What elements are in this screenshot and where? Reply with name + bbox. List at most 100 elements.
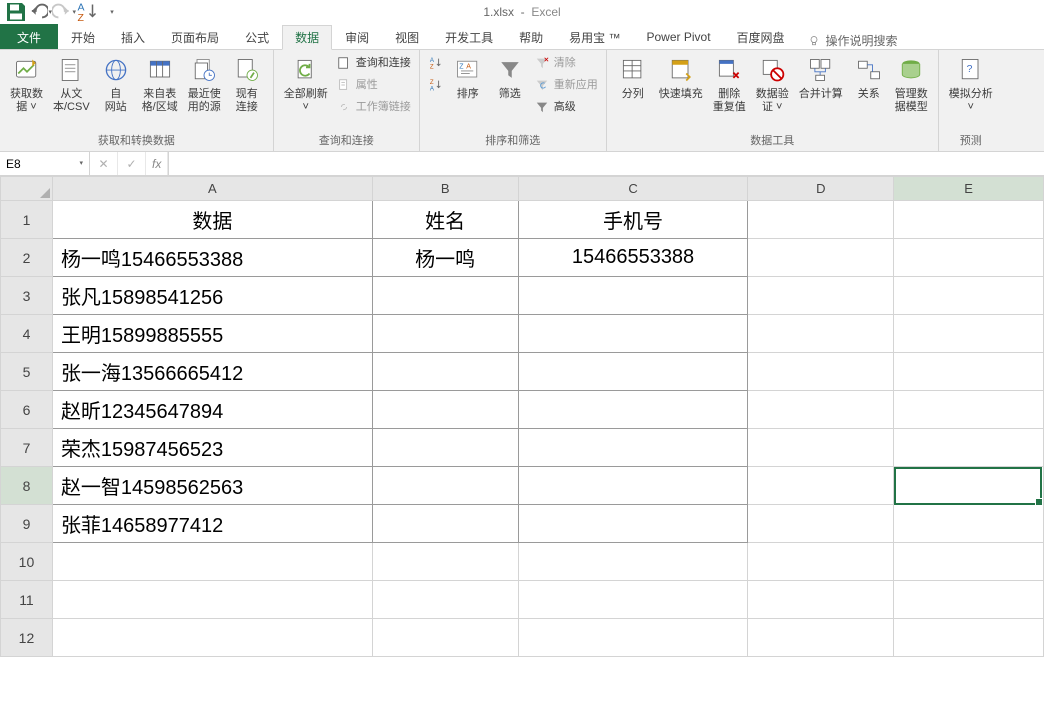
save-button[interactable] bbox=[4, 1, 28, 23]
cell[interactable] bbox=[748, 467, 894, 505]
cell[interactable] bbox=[748, 353, 894, 391]
cell[interactable]: 张凡15898541256 bbox=[52, 277, 372, 315]
cell[interactable]: 手机号 bbox=[518, 201, 748, 239]
recent-sources-button[interactable]: 最近使 用的源 bbox=[184, 52, 225, 115]
tab-home[interactable]: 开始 bbox=[58, 24, 108, 49]
cell[interactable] bbox=[518, 315, 748, 353]
cell[interactable] bbox=[894, 391, 1044, 429]
sort-asc-button[interactable]: AZ bbox=[426, 52, 446, 74]
text-to-columns-button[interactable]: 分列 bbox=[613, 52, 653, 103]
relationships-button[interactable]: 关系 bbox=[849, 52, 889, 103]
row-header-12[interactable]: 12 bbox=[1, 619, 53, 657]
cell[interactable]: 杨一鸣15466553388 bbox=[52, 239, 372, 277]
tab-developer[interactable]: 开发工具 bbox=[432, 24, 506, 49]
cell[interactable] bbox=[894, 277, 1044, 315]
col-header-D[interactable]: D bbox=[748, 177, 894, 201]
cell[interactable] bbox=[894, 429, 1044, 467]
filter-button[interactable]: 筛选 bbox=[490, 52, 530, 103]
tab-insert[interactable]: 插入 bbox=[108, 24, 158, 49]
row-header-2[interactable]: 2 bbox=[1, 239, 53, 277]
cell[interactable] bbox=[518, 277, 748, 315]
from-table-button[interactable]: 来自表 格/区域 bbox=[138, 52, 182, 115]
cell[interactable] bbox=[894, 315, 1044, 353]
from-csv-button[interactable]: 从文 本/CSV bbox=[49, 52, 94, 115]
fx-button[interactable]: fx bbox=[146, 152, 168, 175]
tab-baidu[interactable]: 百度网盘 bbox=[724, 24, 798, 49]
advanced-filter-button[interactable]: 高级 bbox=[532, 96, 600, 118]
cell[interactable] bbox=[748, 391, 894, 429]
cell[interactable] bbox=[748, 239, 894, 277]
cancel-formula-button[interactable]: ✕ bbox=[90, 152, 118, 175]
name-box[interactable]: E8▾ bbox=[0, 152, 90, 175]
remove-duplicates-button[interactable]: 删除 重复值 bbox=[709, 52, 750, 115]
cell[interactable] bbox=[518, 543, 748, 581]
get-data-button[interactable]: 获取数 据 ˅ bbox=[6, 52, 47, 115]
cell[interactable] bbox=[748, 315, 894, 353]
cell[interactable]: 杨一鸣 bbox=[372, 239, 518, 277]
cell[interactable] bbox=[748, 581, 894, 619]
tab-powerpivot[interactable]: Power Pivot bbox=[634, 24, 724, 49]
cell[interactable] bbox=[748, 277, 894, 315]
tab-eyb[interactable]: 易用宝 ™ bbox=[556, 24, 633, 49]
row-header-8[interactable]: 8 bbox=[1, 467, 53, 505]
cell[interactable] bbox=[894, 239, 1044, 277]
col-header-C[interactable]: C bbox=[518, 177, 748, 201]
tab-data[interactable]: 数据 bbox=[282, 25, 332, 50]
tab-file[interactable]: 文件 bbox=[0, 24, 58, 49]
cell[interactable] bbox=[372, 467, 518, 505]
cell[interactable]: 张菲14658977412 bbox=[52, 505, 372, 543]
consolidate-button[interactable]: 合并计算 bbox=[795, 52, 847, 103]
row-header-1[interactable]: 1 bbox=[1, 201, 53, 239]
cell[interactable] bbox=[894, 467, 1044, 505]
enter-formula-button[interactable]: ✓ bbox=[118, 152, 146, 175]
cell[interactable] bbox=[372, 429, 518, 467]
undo-button[interactable]: ▾ bbox=[28, 1, 52, 23]
cell[interactable] bbox=[518, 619, 748, 657]
cell[interactable] bbox=[372, 353, 518, 391]
cell[interactable]: 姓名 bbox=[372, 201, 518, 239]
cell[interactable] bbox=[894, 619, 1044, 657]
cell[interactable] bbox=[894, 543, 1044, 581]
row-header-7[interactable]: 7 bbox=[1, 429, 53, 467]
qat-customize-button[interactable]: ▾ bbox=[100, 1, 124, 23]
tab-formulas[interactable]: 公式 bbox=[232, 24, 282, 49]
cell[interactable] bbox=[894, 353, 1044, 391]
flash-fill-button[interactable]: 快速填充 bbox=[655, 52, 707, 103]
select-all-corner[interactable] bbox=[1, 177, 53, 201]
cell[interactable] bbox=[372, 543, 518, 581]
row-header-10[interactable]: 10 bbox=[1, 543, 53, 581]
data-validation-button[interactable]: 数据验 证 ˅ bbox=[752, 52, 793, 115]
properties-button[interactable]: 属性 bbox=[334, 74, 413, 96]
cell[interactable] bbox=[748, 201, 894, 239]
cell[interactable]: 数据 bbox=[52, 201, 372, 239]
cell[interactable] bbox=[52, 581, 372, 619]
cell[interactable] bbox=[518, 467, 748, 505]
tab-help[interactable]: 帮助 bbox=[506, 24, 556, 49]
cell[interactable] bbox=[372, 277, 518, 315]
cell[interactable] bbox=[518, 353, 748, 391]
manage-data-model-button[interactable]: 管理数 据模型 bbox=[891, 52, 932, 115]
cell[interactable]: 赵一智14598562563 bbox=[52, 467, 372, 505]
cell[interactable] bbox=[748, 505, 894, 543]
cell[interactable] bbox=[372, 505, 518, 543]
cell[interactable]: 张一海13566665412 bbox=[52, 353, 372, 391]
cell[interactable] bbox=[894, 505, 1044, 543]
cell[interactable] bbox=[748, 543, 894, 581]
cell[interactable] bbox=[52, 543, 372, 581]
row-header-5[interactable]: 5 bbox=[1, 353, 53, 391]
cell[interactable]: 王明15899885555 bbox=[52, 315, 372, 353]
spreadsheet-grid[interactable]: A B C D E 1 数据 姓名 手机号 2杨一鸣15466553388杨一鸣… bbox=[0, 176, 1044, 716]
col-header-E[interactable]: E bbox=[894, 177, 1044, 201]
formula-input[interactable] bbox=[169, 152, 1044, 175]
cell[interactable] bbox=[372, 581, 518, 619]
sort-button[interactable]: ZA排序 bbox=[448, 52, 488, 103]
row-header-3[interactable]: 3 bbox=[1, 277, 53, 315]
cell[interactable] bbox=[52, 619, 372, 657]
sort-az-button[interactable]: AZ bbox=[76, 1, 100, 23]
col-header-A[interactable]: A bbox=[52, 177, 372, 201]
cell[interactable] bbox=[372, 391, 518, 429]
row-header-4[interactable]: 4 bbox=[1, 315, 53, 353]
clear-filter-button[interactable]: 清除 bbox=[532, 52, 600, 74]
cell[interactable] bbox=[748, 619, 894, 657]
from-web-button[interactable]: 自 网站 bbox=[96, 52, 136, 115]
